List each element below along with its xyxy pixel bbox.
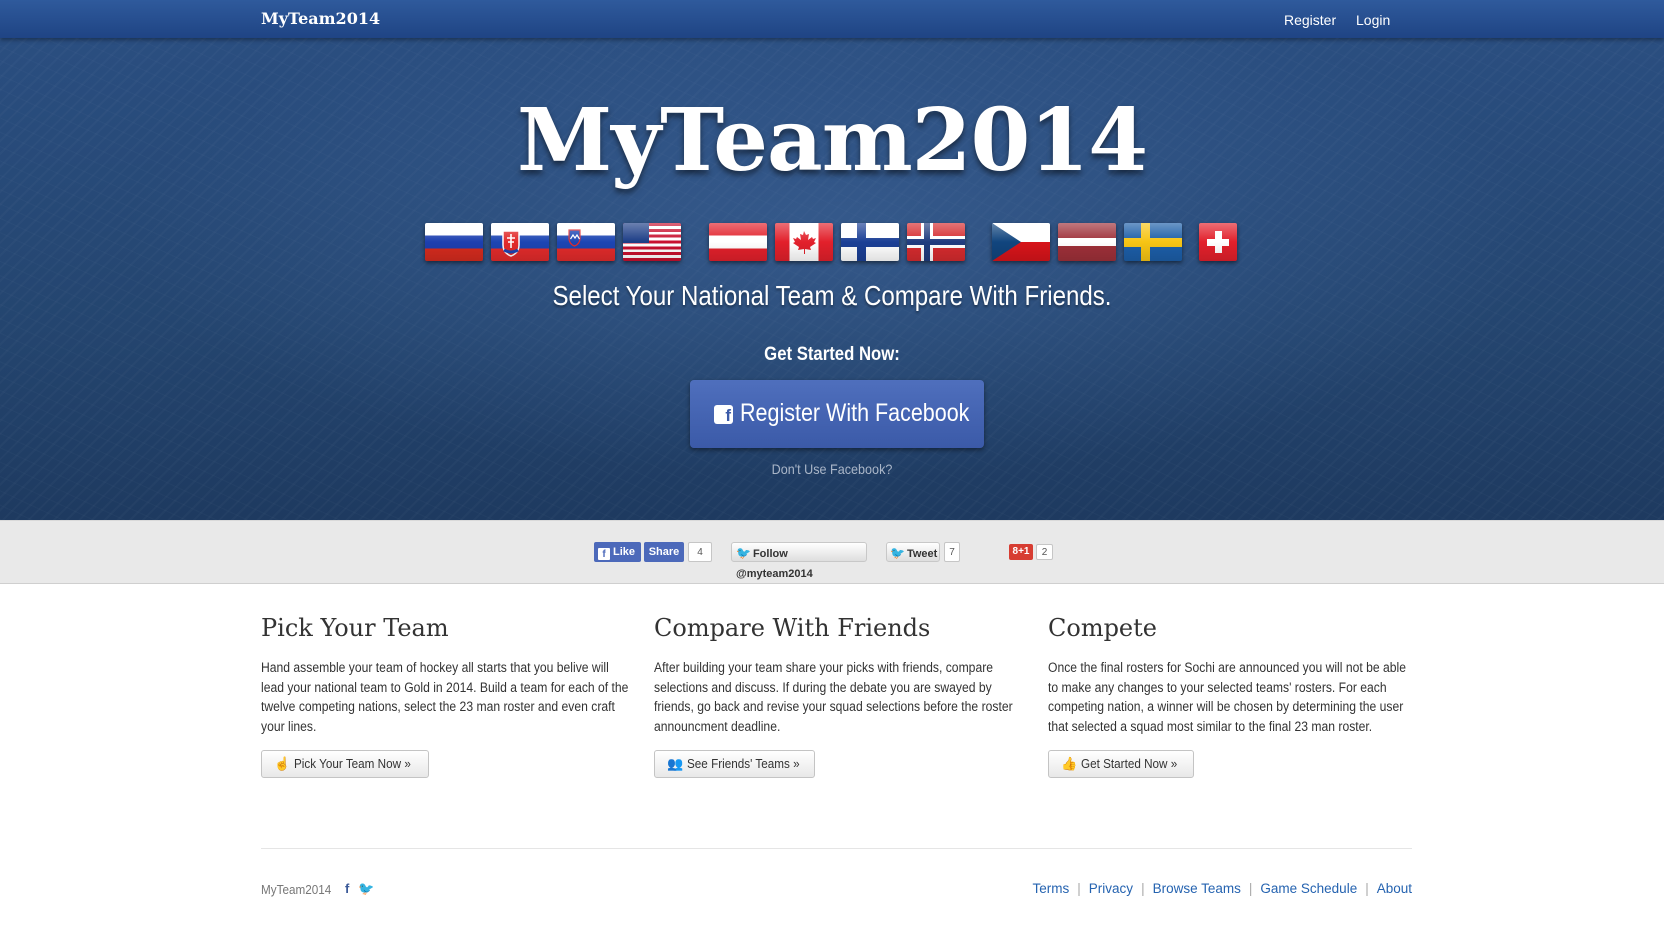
- footer-link-privacy[interactable]: Privacy: [1089, 881, 1133, 896]
- see-friends-teams-button[interactable]: 👥 See Friends' Teams »: [654, 750, 815, 778]
- usa-canton: [623, 223, 649, 243]
- feature-compare-with-friends: Compare With Friends After building your…: [654, 614, 1022, 778]
- dont-use-facebook-link[interactable]: Don't Use Facebook?: [83, 461, 1581, 477]
- swiss-cross-v: [1214, 231, 1222, 253]
- switzerland-flag[interactable]: [1199, 223, 1237, 261]
- footer-link-terms[interactable]: Terms: [1033, 881, 1070, 896]
- norway-cross-v-inner: [924, 223, 930, 261]
- top-navbar: MyTeam2014 Register Login: [0, 0, 1664, 38]
- footer-divider: [261, 848, 1412, 849]
- tweet-button[interactable]: 🐦 Tweet: [886, 542, 940, 562]
- feature-text: Hand assemble your team of hockey all st…: [261, 660, 629, 734]
- latvia-flag[interactable]: [1058, 223, 1116, 261]
- sweden-flag[interactable]: [1124, 223, 1182, 261]
- slovakia-flag[interactable]: [491, 223, 549, 261]
- footer-link-game-schedule[interactable]: Game Schedule: [1260, 881, 1357, 896]
- twitter-bird-icon: 🐦: [890, 546, 905, 560]
- tweet-label: Tweet: [906, 548, 938, 560]
- facebook-button-label: Register With Facebook: [740, 399, 970, 427]
- canada-flag[interactable]: [775, 223, 833, 261]
- footer-links: Terms | Privacy | Browse Teams | Game Schedule…: [1033, 881, 1412, 896]
- feature-title: Compare With Friends: [654, 614, 931, 642]
- pick-your-team-button[interactable]: ☝ Pick Your Team Now »: [261, 750, 429, 778]
- social-share-bar: f Like Share 4 🐦 Follow @myteam2014 🐦 Tweet…: [0, 520, 1664, 584]
- finland-flag[interactable]: [841, 223, 899, 261]
- czech-republic-flag[interactable]: [992, 223, 1050, 261]
- twitter-bird-icon[interactable]: 🐦: [358, 881, 374, 897]
- feature-text: After building your team share your pick…: [654, 660, 1013, 734]
- gplus-count: 2: [1036, 544, 1053, 560]
- facebook-icon[interactable]: f: [345, 881, 349, 896]
- feature-pick-your-team: Pick Your Team Hand assemble your team o…: [261, 614, 629, 778]
- footer-link-browse-teams[interactable]: Browse Teams: [1153, 881, 1241, 896]
- footer-link-about[interactable]: About: [1377, 881, 1412, 896]
- thumbs-up-icon: 👍: [1061, 756, 1078, 771]
- google-plus-button[interactable]: 8+1: [1009, 544, 1033, 560]
- navbar-brand[interactable]: MyTeam2014: [261, 9, 380, 28]
- flag-row: [0, 223, 1664, 265]
- feature-title: Pick Your Team: [261, 614, 449, 642]
- hero-title: MyTeam2014: [516, 90, 1148, 191]
- nav-register-link[interactable]: Register: [1284, 12, 1336, 28]
- facebook-icon: f: [598, 548, 610, 560]
- like-label: Like: [613, 546, 636, 558]
- users-icon: 👥: [667, 756, 684, 771]
- norway-cross-v-outer: [921, 223, 933, 261]
- norway-flag[interactable]: [907, 223, 965, 261]
- footer-separator: |: [1141, 881, 1145, 896]
- austria-flag[interactable]: [709, 223, 767, 261]
- sweden-cross-h: [1124, 237, 1182, 247]
- register-with-facebook-button[interactable]: f Register With Facebook: [690, 380, 984, 448]
- russia-flag[interactable]: [425, 223, 483, 261]
- hero-tagline: Select Your National Team & Compare With…: [552, 280, 1112, 311]
- feature-compete: Compete Once the final rosters for Sochi…: [1048, 614, 1416, 778]
- button-label: Get Started Now »: [1081, 756, 1178, 771]
- twitter-bird-icon: 🐦: [736, 546, 751, 560]
- feature-title: Compete: [1048, 614, 1157, 642]
- footer-separator: |: [1365, 881, 1369, 896]
- tweet-count: 7: [944, 542, 960, 562]
- sweden-cross-v: [1141, 223, 1150, 261]
- norway-cross-h-outer: [907, 236, 965, 248]
- norway-cross-h-inner: [907, 239, 965, 245]
- get-started-label: Get Started Now:: [764, 344, 900, 365]
- share-count: 4: [688, 542, 712, 562]
- hero-section: MyTeam2014 Select Your National Team & C…: [0, 38, 1664, 520]
- facebook-icon: f: [714, 405, 733, 424]
- button-label: Pick Your Team Now »: [294, 756, 411, 771]
- get-started-now-button[interactable]: 👍 Get Started Now »: [1048, 750, 1194, 778]
- hand-pointer-icon: ☝: [274, 756, 291, 771]
- usa-flag[interactable]: [623, 223, 681, 261]
- twitter-follow-button[interactable]: 🐦 Follow @myteam2014: [731, 542, 867, 580]
- facebook-share-button[interactable]: Share: [644, 542, 684, 562]
- swiss-cross-h: [1207, 238, 1229, 246]
- footer-brand: MyTeam2014: [261, 882, 332, 897]
- finland-cross-h: [841, 237, 899, 247]
- facebook-like-button[interactable]: f Like: [594, 542, 641, 562]
- nav-login-link[interactable]: Login: [1356, 12, 1390, 28]
- slovenia-flag[interactable]: [557, 223, 615, 261]
- button-label: See Friends' Teams »: [687, 756, 800, 771]
- footer-separator: |: [1077, 881, 1081, 896]
- footer-separator: |: [1248, 881, 1253, 896]
- finland-cross-v: [857, 223, 866, 261]
- feature-text: Once the final rosters for Sochi are ann…: [1048, 660, 1406, 734]
